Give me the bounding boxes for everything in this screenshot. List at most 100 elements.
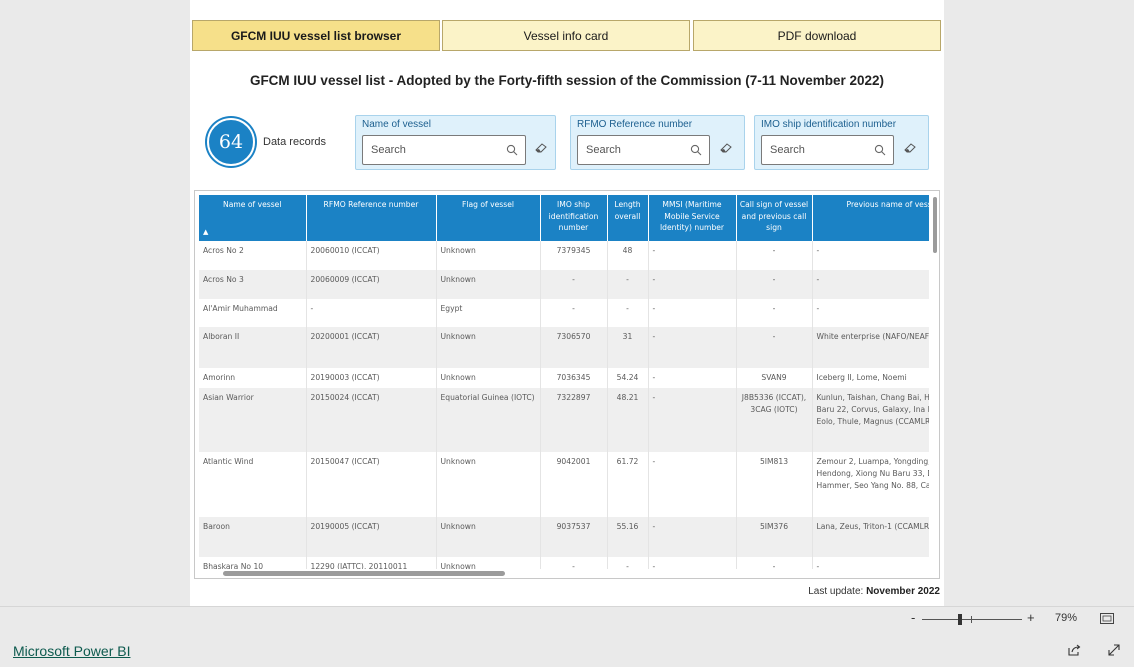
- table-cell-length: 31: [607, 327, 649, 368]
- table-cell-rfmo: 20190005 (ICCAT): [306, 517, 437, 557]
- share-icon[interactable]: [1067, 643, 1081, 657]
- table-cell-flag: Equatorial Guinea (IOTC): [436, 388, 541, 452]
- slicer-rfmo-reference-number: RFMO Reference number: [570, 115, 745, 170]
- table-cell-imo: 7379345: [540, 241, 608, 270]
- record-count-label: Data records: [263, 136, 326, 148]
- column-header[interactable]: Call sign of vessel and previous call si…: [736, 195, 813, 241]
- zoom-level: 79%: [1055, 612, 1078, 624]
- table-cell-mmsi: -: [648, 452, 737, 517]
- table-cell-imo: -: [540, 270, 608, 299]
- table-cell-length: 61.72: [607, 452, 649, 517]
- record-count-badge: 64: [207, 118, 255, 166]
- vessel-table: Name of vessel ▲ RFMO Reference number Fl…: [199, 195, 929, 569]
- table-row[interactable]: Amorinn 20190003 (ICCAT) Unknown 7036345 54.…: [199, 368, 929, 388]
- table-cell-rfmo: 20060010 (ICCAT): [306, 241, 437, 270]
- table-cell-flag: Unknown: [436, 452, 541, 517]
- table-cell-callsign: -: [736, 270, 813, 299]
- table-row[interactable]: Acros No 3 20060009 (ICCAT) Unknown - - - - -: [199, 270, 929, 299]
- table-cell-mmsi: -: [648, 241, 737, 270]
- sort-ascending-icon[interactable]: ▲: [203, 227, 208, 239]
- zoom-in-button[interactable]: +: [1027, 610, 1035, 625]
- column-header[interactable]: Length overall: [607, 195, 649, 241]
- table-cell-name: Atlantic Wind: [199, 452, 307, 517]
- slicer-title: RFMO Reference number: [577, 119, 693, 130]
- table-row[interactable]: Acros No 2 20060010 (ICCAT) Unknown 7379345…: [199, 241, 929, 270]
- eraser-icon[interactable]: [534, 142, 548, 154]
- search-icon[interactable]: [690, 144, 702, 156]
- eraser-icon[interactable]: [719, 142, 733, 154]
- search-input[interactable]: [770, 144, 860, 156]
- table-cell-name: Baroon: [199, 517, 307, 557]
- column-header[interactable]: Previous name of vessel: [812, 195, 929, 241]
- table-cell-mmsi: -: [648, 368, 737, 388]
- column-header[interactable]: IMO ship identification number: [540, 195, 608, 241]
- last-update-value: November 2022: [866, 586, 940, 597]
- eraser-icon[interactable]: [903, 142, 917, 154]
- slicer-name-of-vessel: Name of vessel: [355, 115, 556, 170]
- zoom-slider[interactable]: [922, 619, 1022, 620]
- table-row[interactable]: Bhaskara No 1012290 (IATTC), 20110011 (I…: [199, 557, 929, 569]
- table-cell-prev: Kunlun, Taishan, Chang Bai, Hongtai, Hua…: [812, 388, 929, 452]
- search-icon[interactable]: [506, 144, 518, 156]
- tab-vessel-info-card[interactable]: Vessel info card: [442, 20, 690, 51]
- table-cell-rfmo: 20150047 (ICCAT): [306, 452, 437, 517]
- table-row[interactable]: Al'Amir Muhammad - Egypt - - - - -: [199, 299, 929, 327]
- table-cell-mmsi: -: [648, 327, 737, 368]
- table-cell-prev: White enterprise (NAFO/NEAFC): [812, 327, 929, 368]
- zoom-slider-tick: [971, 616, 972, 623]
- table-header-row: Name of vessel ▲ RFMO Reference number Fl…: [199, 195, 929, 241]
- table-cell-imo: 7322897: [540, 388, 608, 452]
- column-header[interactable]: Flag of vessel: [436, 195, 541, 241]
- tab-vessel-list-browser[interactable]: GFCM IUU vessel list browser: [192, 20, 440, 51]
- table-cell-flag: Egypt: [436, 299, 541, 327]
- table-cell-imo: 9037537: [540, 517, 608, 557]
- status-bar: - + 79%: [0, 606, 1134, 630]
- table-cell-prev: -: [812, 299, 929, 327]
- table-cell-name: Acros No 3: [199, 270, 307, 299]
- table-cell-length: 54.24: [607, 368, 649, 388]
- vertical-scrollbar-thumb[interactable]: [933, 197, 937, 253]
- table-cell-rfmo: 12290 (IATTC), 20110011 (ICCAT): [306, 557, 437, 569]
- vessel-table-visual: Name of vessel ▲ RFMO Reference number Fl…: [194, 190, 940, 579]
- table-cell-rfmo: -: [306, 299, 437, 327]
- horizontal-scrollbar-thumb[interactable]: [223, 571, 505, 576]
- table-cell-length: 48.21: [607, 388, 649, 452]
- search-input[interactable]: [371, 144, 481, 156]
- table-cell-length: 55.16: [607, 517, 649, 557]
- table-cell-name: Amorinn: [199, 368, 307, 388]
- table-cell-length: -: [607, 299, 649, 327]
- table-viewport[interactable]: Name of vessel ▲ RFMO Reference number Fl…: [199, 195, 929, 569]
- zoom-out-button[interactable]: -: [911, 610, 915, 625]
- table-row[interactable]: Atlantic Wind 20150047 (ICCAT) Unknown 9042…: [199, 452, 929, 517]
- table-cell-imo: -: [540, 557, 608, 569]
- table-cell-callsign: 5IM376: [736, 517, 813, 557]
- table-cell-callsign: J8B5336 (ICCAT), 3CAG (IOTC): [736, 388, 813, 452]
- column-header[interactable]: Name of vessel ▲: [199, 195, 307, 241]
- table-cell-mmsi: -: [648, 270, 737, 299]
- table-cell-prev: Iceberg II, Lome, Noemi: [812, 368, 929, 388]
- table-cell-name: Bhaskara No 10: [199, 557, 307, 569]
- table-row[interactable]: Baroon 20190005 (ICCAT) Unknown 9037537 55.1…: [199, 517, 929, 557]
- fullscreen-icon[interactable]: [1107, 643, 1121, 657]
- table-cell-prev: -: [812, 241, 929, 270]
- fit-to-page-icon[interactable]: [1100, 613, 1114, 624]
- tab-pdf-download[interactable]: PDF download: [693, 20, 941, 51]
- search-box: [362, 135, 526, 165]
- search-input[interactable]: [586, 144, 676, 156]
- table-cell-length: -: [607, 557, 649, 569]
- search-icon[interactable]: [874, 144, 886, 156]
- table-cell-prev: Zemour 2, Luampa, Yongding, Jiangfeng, C…: [812, 452, 929, 517]
- table-cell-mmsi: -: [648, 557, 737, 569]
- table-cell-name: Al'Amir Muhammad: [199, 299, 307, 327]
- table-cell-prev: -: [812, 557, 929, 569]
- table-cell-flag: Unknown: [436, 557, 541, 569]
- table-cell-flag: Unknown: [436, 368, 541, 388]
- table-row[interactable]: Alboran II 20200001 (ICCAT) Unknown 7306570…: [199, 327, 929, 368]
- zoom-slider-handle[interactable]: [958, 614, 962, 625]
- column-header[interactable]: MMSI (Maritime Mobile Service Identity) …: [648, 195, 737, 241]
- column-header[interactable]: RFMO Reference number: [306, 195, 437, 241]
- footer: Microsoft Power BI: [0, 631, 1134, 667]
- table-row[interactable]: Asian Warrior 20150024 (ICCAT) Equatorial …: [199, 388, 929, 452]
- power-bi-link[interactable]: Microsoft Power BI: [13, 643, 130, 659]
- slicer-title: IMO ship identification number: [761, 119, 897, 130]
